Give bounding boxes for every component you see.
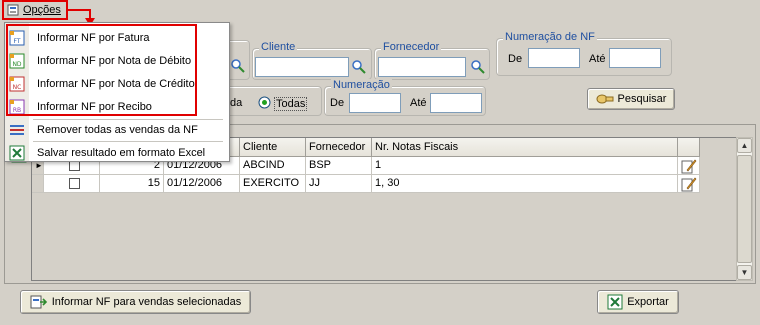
- fornecedor-lookup-icon[interactable]: [470, 59, 486, 75]
- numeracao-nf-ate-input[interactable]: [609, 48, 661, 68]
- header-edit: [678, 138, 700, 157]
- menu-item-salvar-excel-label: Salvar resultado em formato Excel: [37, 147, 206, 159]
- row-cliente: EXERCITO: [240, 175, 306, 193]
- menu-bar: [0, 0, 760, 22]
- pesquisar-label: Pesquisar: [617, 93, 667, 105]
- numeracao-ate-label: Até: [410, 97, 427, 109]
- radio-partial-label: da: [230, 97, 243, 109]
- menu-item-salvar-excel[interactable]: Salvar resultado em formato Excel: [5, 142, 229, 164]
- informar-nf-vendas-button[interactable]: Informar NF para vendas selecionadas: [20, 290, 251, 314]
- informar-nf-vendas-label: Informar NF para vendas selecionadas: [51, 296, 242, 308]
- row-checkbox-cell[interactable]: [44, 175, 100, 193]
- row-notas: 1, 30: [372, 175, 678, 193]
- fornecedor-group-title: Fornecedor: [381, 41, 442, 53]
- excel-icon: [607, 294, 623, 310]
- annotation-highlight-box: [6, 24, 197, 116]
- scroll-up-button[interactable]: ▲: [737, 138, 752, 153]
- header-notas[interactable]: Nr. Notas Fiscais: [372, 138, 678, 157]
- exportar-button[interactable]: Exportar: [597, 290, 679, 314]
- scroll-thumb[interactable]: [737, 155, 752, 263]
- numeracao-nf-de-label: De: [508, 53, 523, 65]
- cliente-input[interactable]: [255, 57, 349, 77]
- numeracao-nf-de-input[interactable]: [528, 48, 580, 68]
- menu-opcoes[interactable]: Opções: [2, 0, 68, 20]
- fornecedor-input[interactable]: [378, 57, 466, 77]
- numeracao-nf-group-title: Numeração de NF: [503, 31, 597, 43]
- numeracao-de-label: De: [330, 97, 345, 109]
- numeracao-ate-input[interactable]: [430, 93, 482, 113]
- cliente-lookup-icon[interactable]: [351, 59, 367, 75]
- row-fornecedor: JJ: [306, 175, 372, 193]
- edit-icon[interactable]: [681, 176, 697, 192]
- menu-item-remover-vendas-label: Remover todas as vendas da NF: [37, 124, 198, 136]
- numeracao-nf-ate-label: Até: [589, 53, 606, 65]
- grid-vertical-scrollbar[interactable]: ▲ ▼: [736, 137, 753, 281]
- menu-opcoes-label: Opções: [23, 4, 61, 16]
- radio-todas-label: Todas: [274, 97, 308, 111]
- edit-icon[interactable]: [681, 158, 697, 174]
- row-checkbox[interactable]: [69, 178, 80, 189]
- header-fornecedor[interactable]: Fornecedor: [306, 138, 372, 157]
- row-edit-cell[interactable]: [678, 157, 700, 175]
- row-date: 01/12/2006: [164, 175, 240, 193]
- scroll-down-button[interactable]: ▼: [737, 265, 752, 280]
- row-fornecedor: BSP: [306, 157, 372, 175]
- numeracao-de-input[interactable]: [349, 93, 401, 113]
- header-cliente[interactable]: Cliente: [240, 138, 306, 157]
- row-notas: 1: [372, 157, 678, 175]
- remove-list-icon: [10, 125, 24, 135]
- options-menu-icon: [7, 4, 19, 16]
- informar-nf-icon: [30, 295, 47, 309]
- row-edit-cell[interactable]: [678, 175, 700, 193]
- pesquisar-icon: [596, 94, 614, 104]
- numeracao-group-title: Numeração: [331, 79, 392, 91]
- excel-icon: [9, 145, 25, 161]
- lookup-icon[interactable]: [230, 58, 246, 74]
- row-cliente: ABCIND: [240, 157, 306, 175]
- row-indicator: [32, 175, 44, 193]
- exportar-label: Exportar: [627, 296, 669, 308]
- options-dropdown-menu: FT Informar NF por Fatura ND Informar NF…: [4, 22, 230, 162]
- pesquisar-button[interactable]: Pesquisar: [587, 88, 675, 110]
- cliente-group-title: Cliente: [259, 41, 298, 53]
- row-number: 15: [100, 175, 164, 193]
- menu-item-remover-vendas[interactable]: Remover todas as vendas da NF: [5, 119, 229, 141]
- radio-todas[interactable]: [258, 96, 271, 109]
